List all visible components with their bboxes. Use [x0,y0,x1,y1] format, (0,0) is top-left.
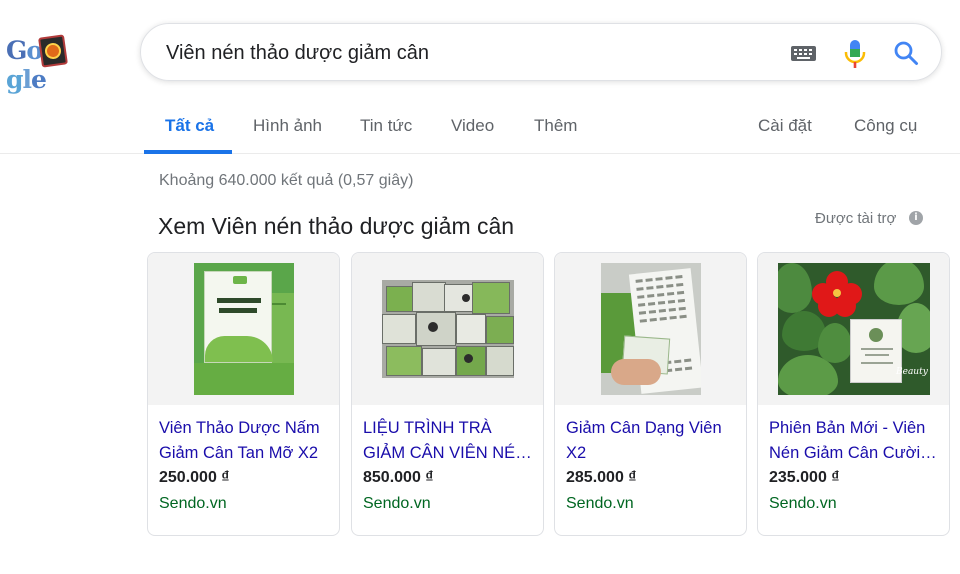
product-image[interactable] [601,263,701,395]
tab-all[interactable]: Tất cả [165,116,214,136]
search-tabs: Tất cả Hình ảnh Tin tức Video Thêm Cài đ… [0,100,960,154]
product-store: Sendo.vn [566,495,634,512]
product-card[interactable]: Beauty Phiên Bản Mới - Viên Nén Giảm Cân… [757,252,950,536]
doodle-badge-icon [38,34,68,68]
product-card[interactable]: Giảm Cân Dạng Viên X2 285.000 ₫ Sendo.vn [554,252,747,536]
watermark-signature: Beauty [896,367,928,377]
product-image-area [148,253,339,405]
keyboard-icon[interactable] [791,46,816,61]
product-title[interactable]: Phiên Bản Mới - Viên Nén Giảm Cân Cười … [769,416,941,466]
search-box[interactable]: Viên nén thảo dược giảm cân [140,23,942,81]
product-store: Sendo.vn [363,495,431,512]
header: Gogle Viên nén thảo dược giảm cân [0,0,960,100]
product-price: 285.000 ₫ [566,469,637,486]
product-price: 850.000 ₫ [363,469,434,486]
tab-settings[interactable]: Cài đặt [758,116,812,136]
product-image-area: Beauty [758,253,949,405]
product-image[interactable] [382,280,514,378]
tab-tools[interactable]: Công cụ [854,116,917,136]
result-stats: Khoảng 640.000 kết quả (0,57 giây) [159,172,414,189]
product-image[interactable] [194,263,294,395]
product-title[interactable]: LIỆU TRÌNH TRÀ GIẢM CÂN VIÊN NÉN … [363,416,535,466]
product-card[interactable]: Viên Thảo Dược Nấm Giảm Cân Tan Mỡ X2 25… [147,252,340,536]
tab-images[interactable]: Hình ảnh [253,116,322,136]
product-store: Sendo.vn [159,495,227,512]
shopping-heading: Xem Viên nén thảo dược giảm cân [158,213,515,239]
tab-videos[interactable]: Video [451,116,494,136]
search-icon[interactable] [893,40,919,66]
product-card[interactable]: LIỆU TRÌNH TRÀ GIẢM CÂN VIÊN NÉN … 850.0… [351,252,544,536]
info-icon[interactable]: i [909,211,923,225]
product-image-area [352,253,543,405]
product-image-area [555,253,746,405]
search-input[interactable]: Viên nén thảo dược giảm cân [166,42,429,65]
product-title[interactable]: Viên Thảo Dược Nấm Giảm Cân Tan Mỡ X2 [159,416,331,466]
mic-icon[interactable] [843,39,867,69]
active-tab-indicator [144,150,232,154]
product-title[interactable]: Giảm Cân Dạng Viên X2 [566,416,738,466]
product-price: 235.000 ₫ [769,469,840,486]
tab-more[interactable]: Thêm [534,116,577,136]
product-price: 250.000 ₫ [159,469,230,486]
sponsored-label: Được tài trợ [815,210,897,227]
tab-news[interactable]: Tin tức [360,116,412,136]
google-logo[interactable]: Gogle [6,34,86,94]
product-image[interactable]: Beauty [778,263,930,395]
product-store: Sendo.vn [769,495,837,512]
